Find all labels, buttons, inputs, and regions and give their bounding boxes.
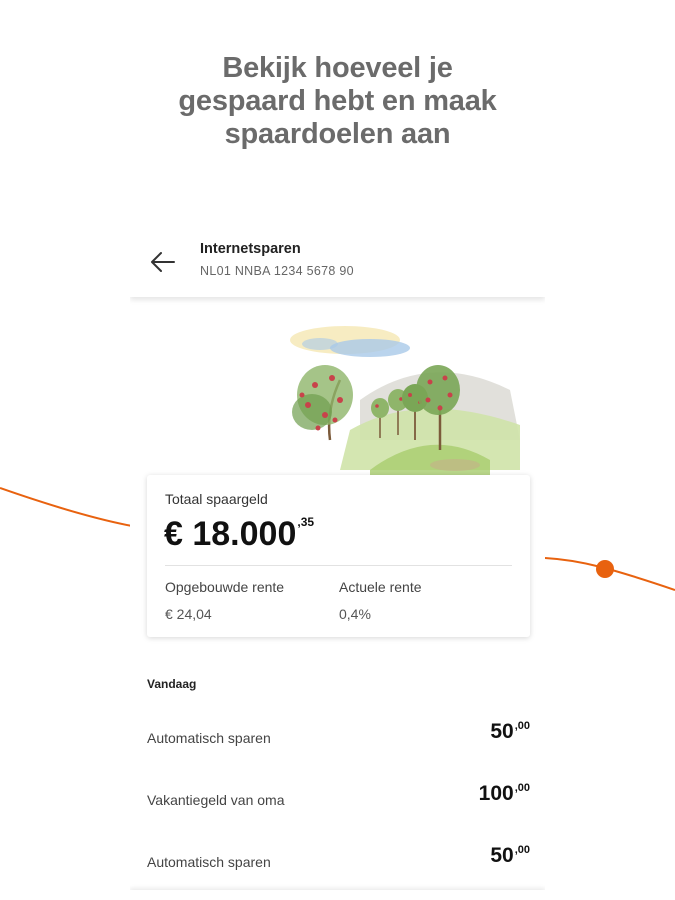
headline-line-1: Bekijk hoeveel je <box>222 52 453 84</box>
arrow-left-icon <box>151 252 175 272</box>
promo-headline: Bekijk hoeveel je gespaard hebt en maak … <box>0 52 675 151</box>
transactions-section-title: Vandaag <box>147 677 197 691</box>
card-divider <box>165 565 512 566</box>
transaction-amount: 50,00 <box>490 844 530 868</box>
account-number: NL01 NNBA 1234 5678 90 <box>200 264 354 278</box>
accrued-interest-label: Opgebouwde rente <box>165 579 285 595</box>
current-rate-value: 0,4% <box>339 606 371 622</box>
bottom-edge <box>130 890 545 900</box>
transaction-amount-cents: ,00 <box>514 844 530 856</box>
transaction-amount-main: 50 <box>490 844 514 867</box>
current-rate-label: Actuele rente <box>339 579 422 595</box>
accrued-interest-value: € 24,04 <box>165 606 212 622</box>
transaction-amount-cents: ,00 <box>514 720 530 732</box>
transaction-description: Vakantiegeld van oma <box>147 792 285 808</box>
app-bar: Internetsparen NL01 NNBA 1234 5678 90 <box>130 225 545 297</box>
transaction-amount: 50,00 <box>490 720 530 744</box>
transaction-amount-cents: ,00 <box>514 782 530 794</box>
transaction-amount-main: 100 <box>478 782 514 805</box>
headline-line-3: spaardoelen aan <box>224 118 451 150</box>
transaction-description: Automatisch sparen <box>147 854 271 870</box>
total-savings-amount-cents: ,35 <box>297 515 315 529</box>
total-savings-label: Totaal spaargeld <box>165 491 268 507</box>
apple-orchard-illustration <box>290 326 520 475</box>
transaction-amount: 100,00 <box>479 782 530 806</box>
headline-line-2: gespaard hebt en maak <box>178 85 497 117</box>
transaction-amount-main: 50 <box>490 720 514 743</box>
balance-card[interactable]: Totaal spaargeld € 18.000,35 Opgebouwde … <box>147 475 530 637</box>
transaction-description: Automatisch sparen <box>147 730 271 746</box>
total-savings-amount: € 18.000,35 <box>164 515 314 554</box>
transaction-row[interactable]: Automatisch sparen 50,00 <box>130 720 545 760</box>
phone-screen: Internetsparen NL01 NNBA 1234 5678 90 To… <box>130 225 545 900</box>
orange-dot <box>596 560 614 578</box>
account-title: Internetsparen <box>200 241 301 257</box>
back-button[interactable] <box>148 247 178 277</box>
transaction-row[interactable]: Vakantiegeld van oma 100,00 <box>130 782 545 822</box>
total-savings-amount-main: € 18.000 <box>164 515 297 553</box>
transaction-row[interactable]: Automatisch sparen 50,00 <box>130 844 545 884</box>
